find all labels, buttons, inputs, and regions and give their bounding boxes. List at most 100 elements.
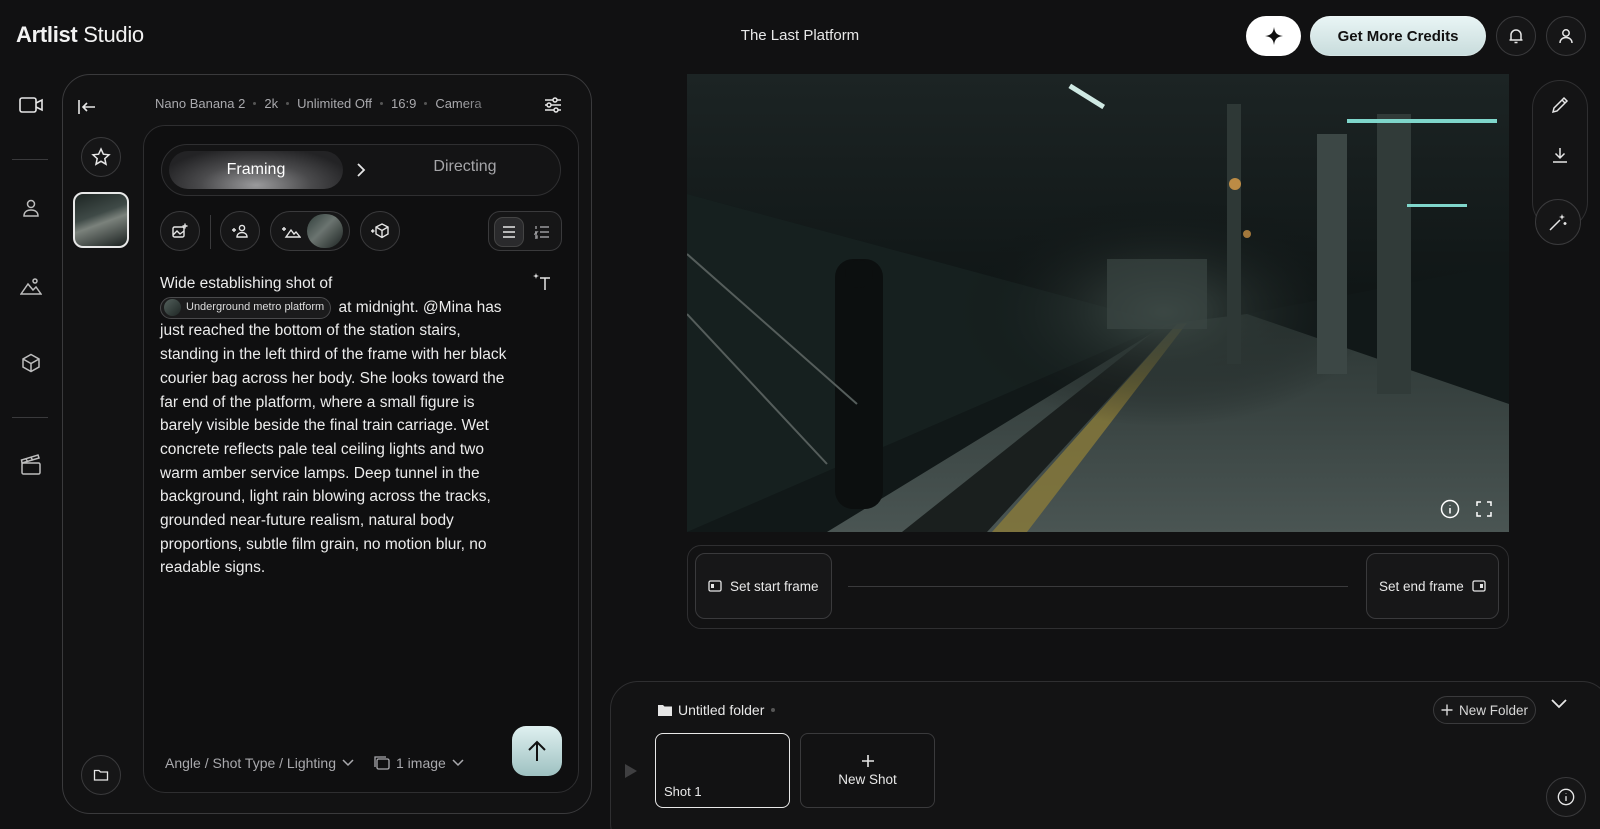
frames-connector xyxy=(848,586,1348,587)
info-icon xyxy=(1440,499,1460,519)
download-icon xyxy=(1553,148,1567,163)
add-person-icon xyxy=(232,224,248,238)
location-tag-label: Underground metro platform xyxy=(186,300,325,313)
notifications-button[interactable] xyxy=(1496,16,1536,56)
enhance-button[interactable] xyxy=(1535,199,1581,245)
image-info-button[interactable] xyxy=(1439,498,1461,520)
selected-shot-thumbnail[interactable] xyxy=(73,192,129,248)
prompt-text[interactable]: Wide establishing shot of Underground me… xyxy=(160,272,520,580)
generate-button[interactable] xyxy=(512,726,562,776)
folder-name[interactable]: Untitled folder xyxy=(658,702,764,718)
chevron-down-icon xyxy=(342,759,354,767)
chevron-down-icon xyxy=(452,759,464,767)
separator-dot xyxy=(771,708,775,712)
rail-objects[interactable] xyxy=(18,350,44,376)
location-tag-chip[interactable]: Underground metro platform xyxy=(160,296,332,319)
collapse-left-icon xyxy=(78,100,95,114)
chevron-down-icon xyxy=(1551,699,1567,709)
download-button[interactable] xyxy=(1547,142,1573,168)
new-folder-button[interactable]: New Folder xyxy=(1433,696,1536,724)
new-shot-button[interactable]: New Shot xyxy=(800,733,935,808)
folder-name-label: Untitled folder xyxy=(678,702,765,718)
ai-assistant-button[interactable] xyxy=(1246,16,1301,56)
image-count-dropdown[interactable]: 1 image xyxy=(374,755,464,771)
sliders-icon xyxy=(545,97,561,113)
play-button[interactable] xyxy=(624,763,638,779)
landscape-icon xyxy=(20,278,42,295)
new-shot-label: New Shot xyxy=(838,772,897,787)
angle-shot-label: Angle / Shot Type / Lighting xyxy=(165,755,336,771)
generated-image-preview[interactable] xyxy=(687,74,1509,532)
play-icon xyxy=(625,764,637,778)
star-icon xyxy=(91,147,111,166)
prompt-body: at midnight. @Mina has just reached the … xyxy=(160,298,507,577)
set-start-frame-button[interactable]: Set start frame xyxy=(695,553,832,619)
location-chip[interactable] xyxy=(270,211,350,251)
start-frame-label: Set start frame xyxy=(730,578,819,594)
edit-button[interactable] xyxy=(1547,92,1573,118)
resolution-setting[interactable]: 2k xyxy=(264,96,278,111)
magic-text-icon xyxy=(533,273,550,290)
brand-name: Artlist xyxy=(16,22,78,47)
profile-button[interactable] xyxy=(1546,16,1586,56)
text-lines-icon xyxy=(503,226,515,238)
add-image-button[interactable] xyxy=(160,211,200,251)
chevron-right-icon xyxy=(350,158,372,182)
tab-directing[interactable]: Directing xyxy=(420,158,510,176)
plus-icon xyxy=(1441,704,1453,716)
angle-shot-dropdown[interactable]: Angle / Shot Type / Lighting xyxy=(165,755,354,771)
favorite-button[interactable] xyxy=(81,137,121,177)
enhance-prompt-button[interactable] xyxy=(532,272,552,292)
get-more-credits-button[interactable]: Get More Credits xyxy=(1310,16,1486,56)
model-setting[interactable]: Nano Banana 2 xyxy=(155,96,245,111)
list-view-button[interactable] xyxy=(527,217,557,247)
add-image-icon xyxy=(172,223,188,238)
person-icon xyxy=(23,199,39,217)
aspect-ratio-setting[interactable]: 16:9 xyxy=(391,96,416,111)
folder-icon xyxy=(93,769,109,781)
tab-framing[interactable]: Framing xyxy=(169,151,343,189)
location-tag-thumbnail xyxy=(164,299,181,317)
separator-dot xyxy=(286,102,290,105)
prompt-line-1: Wide establishing shot of xyxy=(160,275,333,292)
rail-video[interactable] xyxy=(18,92,44,118)
new-folder-label: New Folder xyxy=(1458,702,1529,718)
info-icon xyxy=(1557,788,1575,806)
arrow-up-icon xyxy=(528,740,546,761)
rail-locations[interactable] xyxy=(18,273,44,299)
end-frame-label: Set end frame xyxy=(1379,578,1464,594)
fullscreen-icon xyxy=(1476,501,1492,517)
add-object-button[interactable] xyxy=(360,211,400,251)
add-cube-icon xyxy=(371,223,389,239)
separator-dot xyxy=(424,102,428,105)
fullscreen-button[interactable] xyxy=(1473,498,1495,520)
separator-dot xyxy=(380,102,383,105)
shot-label: Shot 1 xyxy=(664,784,702,799)
shot-card[interactable]: Shot 1 xyxy=(655,733,790,808)
help-button[interactable] xyxy=(1546,777,1586,817)
set-end-frame-button[interactable]: Set end frame xyxy=(1366,553,1499,619)
location-thumbnail xyxy=(307,214,343,248)
video-icon xyxy=(19,97,43,113)
collapse-panel-button[interactable] xyxy=(77,97,97,117)
add-location-icon xyxy=(282,227,301,238)
rail-divider xyxy=(12,417,48,418)
toolbar-divider xyxy=(210,215,211,249)
collapse-folder-button[interactable] xyxy=(1551,699,1567,709)
user-icon xyxy=(1559,29,1573,44)
separator-dot xyxy=(253,102,257,105)
plus-icon xyxy=(861,755,874,767)
subway-platform-image xyxy=(687,74,1509,532)
rail-characters[interactable] xyxy=(18,195,44,221)
generation-settings[interactable]: Nano Banana 2 2k Unlimited Off 16:9 Came… xyxy=(155,96,482,111)
add-character-button[interactable] xyxy=(220,211,260,251)
app-logo[interactable]: Artlist Studio xyxy=(16,22,144,48)
sparkle-icon xyxy=(1264,27,1283,45)
cube-icon xyxy=(22,353,40,373)
settings-button[interactable] xyxy=(543,95,563,115)
open-folder-button[interactable] xyxy=(81,755,121,795)
project-title[interactable]: The Last Platform xyxy=(741,27,859,44)
rail-scenes[interactable] xyxy=(18,452,44,478)
paragraph-view-button[interactable] xyxy=(494,217,524,247)
unlimited-setting[interactable]: Unlimited Off xyxy=(297,96,372,111)
